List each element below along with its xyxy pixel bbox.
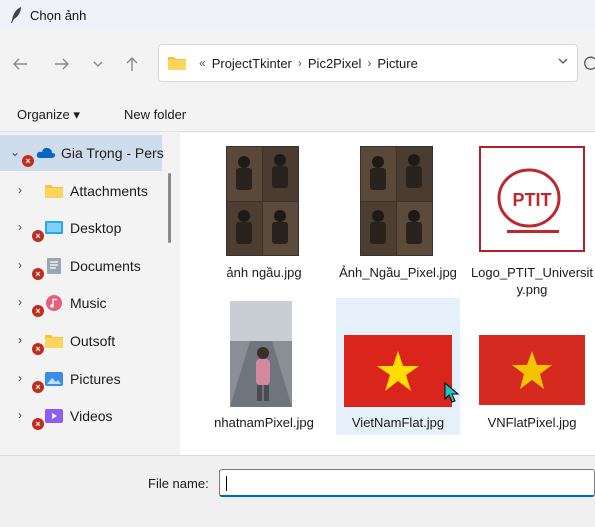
filename-input[interactable] xyxy=(219,469,595,497)
chevron-right-icon[interactable]: › xyxy=(18,333,22,347)
file-item[interactable]: ảnh ngầu.jpg xyxy=(202,138,326,288)
sidebar-item-outsoft[interactable]: › × Outsoft xyxy=(0,323,162,359)
sidebar-scrollbar[interactable] xyxy=(168,173,171,243)
organize-menu[interactable]: Organize ▾ xyxy=(17,107,80,123)
filename-bar: File name: xyxy=(0,455,595,527)
onedrive-cloud-icon xyxy=(36,147,56,158)
image-thumbnail xyxy=(230,301,292,407)
text-caret xyxy=(226,476,227,491)
chevron-right-icon[interactable]: › xyxy=(18,408,22,422)
new-folder-button[interactable]: New folder xyxy=(124,107,186,122)
recent-locations-button[interactable] xyxy=(86,52,110,76)
logo-thumbnail: PTIT xyxy=(479,146,585,252)
file-item[interactable]: Ảnh_Ngầu_Pixel.jpg xyxy=(336,138,460,298)
navigation-pane: ⌄ × Gia Trọng - Pers › Attachments › × D… xyxy=(0,133,178,455)
sidebar-item-label: Outsoft xyxy=(70,333,116,349)
sidebar-item-music[interactable]: › × Music xyxy=(0,285,162,321)
sidebar-item-label: Music xyxy=(70,295,107,311)
flag-thumbnail xyxy=(344,335,452,407)
command-toolbar: Organize ▾ New folder xyxy=(0,98,595,132)
image-thumbnail xyxy=(360,146,433,256)
sidebar-item-label: Gia Trọng - Pers xyxy=(61,145,164,161)
sidebar-item-label: Pictures xyxy=(70,371,121,387)
logo-text: PTIT xyxy=(513,190,552,210)
feather-icon xyxy=(11,7,21,23)
title-bar: Chọn ảnh xyxy=(0,0,595,30)
file-item-selected[interactable]: VietNamFlat.jpg xyxy=(336,298,460,435)
documents-icon xyxy=(47,258,61,274)
breadcrumb-projecttkinter[interactable]: ProjectTkinter xyxy=(212,56,292,71)
chevron-right-icon[interactable]: › xyxy=(18,220,22,234)
breadcrumb-pic2pixel[interactable]: Pic2Pixel xyxy=(308,56,361,71)
folder-icon xyxy=(45,185,63,198)
chevron-down-icon[interactable]: ⌄ xyxy=(10,145,20,159)
sidebar-item-attachments[interactable]: › Attachments xyxy=(0,173,162,209)
sidebar-item-documents[interactable]: › × Documents xyxy=(0,248,162,284)
sidebar-item-label: Documents xyxy=(70,258,141,274)
sync-error-icon: × xyxy=(32,268,44,280)
sync-error-icon: × xyxy=(32,343,44,355)
sync-error-icon: × xyxy=(32,381,44,393)
sidebar-item-label: Desktop xyxy=(70,220,122,236)
filename-label: File name: xyxy=(148,476,209,491)
file-name: nhatnamPixel.jpg xyxy=(214,415,314,430)
sidebar-item-pictures[interactable]: › × Pictures xyxy=(0,361,162,397)
sync-error-icon: × xyxy=(22,155,34,167)
refresh-button[interactable] xyxy=(583,50,595,78)
navigation-bar: « ProjectTkinter › Pic2Pixel › Picture xyxy=(0,30,595,98)
sidebar-item-onedrive[interactable]: ⌄ × Gia Trọng - Pers xyxy=(0,135,164,171)
folder-icon xyxy=(168,57,186,70)
sync-error-icon: × xyxy=(32,418,44,430)
file-grid: ảnh ngầu.jpg Ảnh_Ngầu_Pixel.jpg PTIT Log… xyxy=(180,133,595,455)
pictures-icon xyxy=(45,372,63,386)
file-name: ảnh ngầu.jpg xyxy=(226,265,302,280)
up-button[interactable] xyxy=(120,52,144,76)
image-thumbnail xyxy=(226,146,299,256)
file-name: Logo_PTIT_University.png xyxy=(470,265,594,297)
sidebar-item-label: Attachments xyxy=(70,183,148,199)
sidebar-item-videos[interactable]: › × Videos xyxy=(0,398,162,434)
breadcrumb-separator: › xyxy=(297,56,302,70)
chevron-right-icon[interactable]: › xyxy=(18,371,22,385)
chevron-right-icon[interactable]: › xyxy=(18,295,22,309)
file-name: VietNamFlat.jpg xyxy=(351,415,445,430)
window-title: Chọn ảnh xyxy=(30,7,87,23)
address-bar[interactable]: « ProjectTkinter › Pic2Pixel › Picture xyxy=(158,44,578,82)
flag-thumbnail xyxy=(479,335,585,405)
arrow-left-icon xyxy=(13,58,27,70)
sync-error-icon: × xyxy=(32,230,44,242)
arrow-up-icon xyxy=(126,57,138,71)
folder-icon xyxy=(45,335,63,348)
file-item[interactable]: PTIT Logo_PTIT_University.png xyxy=(470,138,594,298)
arrow-right-icon xyxy=(55,58,69,70)
breadcrumb-picture[interactable]: Picture xyxy=(377,56,417,71)
videos-icon xyxy=(45,409,63,423)
chevron-down-icon xyxy=(93,61,103,67)
sidebar-item-label: Videos xyxy=(70,408,113,424)
file-item[interactable]: nhatnamPixel.jpg xyxy=(202,298,326,453)
forward-button[interactable] xyxy=(50,52,74,76)
mouse-cursor-icon xyxy=(444,382,460,403)
chevron-right-icon[interactable]: › xyxy=(18,258,22,272)
file-name: Ảnh_Ngầu_Pixel.jpg xyxy=(339,265,457,280)
sidebar-item-desktop[interactable]: › × Desktop xyxy=(0,210,162,246)
file-name: VNFlatPixel.jpg xyxy=(487,415,577,430)
overflow-chevron[interactable]: « xyxy=(199,56,206,70)
chevron-right-icon[interactable]: › xyxy=(18,183,22,197)
file-item[interactable]: VNFlatPixel.jpg xyxy=(470,298,594,435)
music-icon xyxy=(46,295,62,311)
back-button[interactable] xyxy=(8,52,32,76)
breadcrumb-separator: › xyxy=(367,56,372,70)
sync-error-icon: × xyxy=(32,305,44,317)
desktop-icon xyxy=(45,221,63,234)
address-dropdown-icon[interactable] xyxy=(557,55,569,70)
refresh-icon xyxy=(584,56,595,70)
